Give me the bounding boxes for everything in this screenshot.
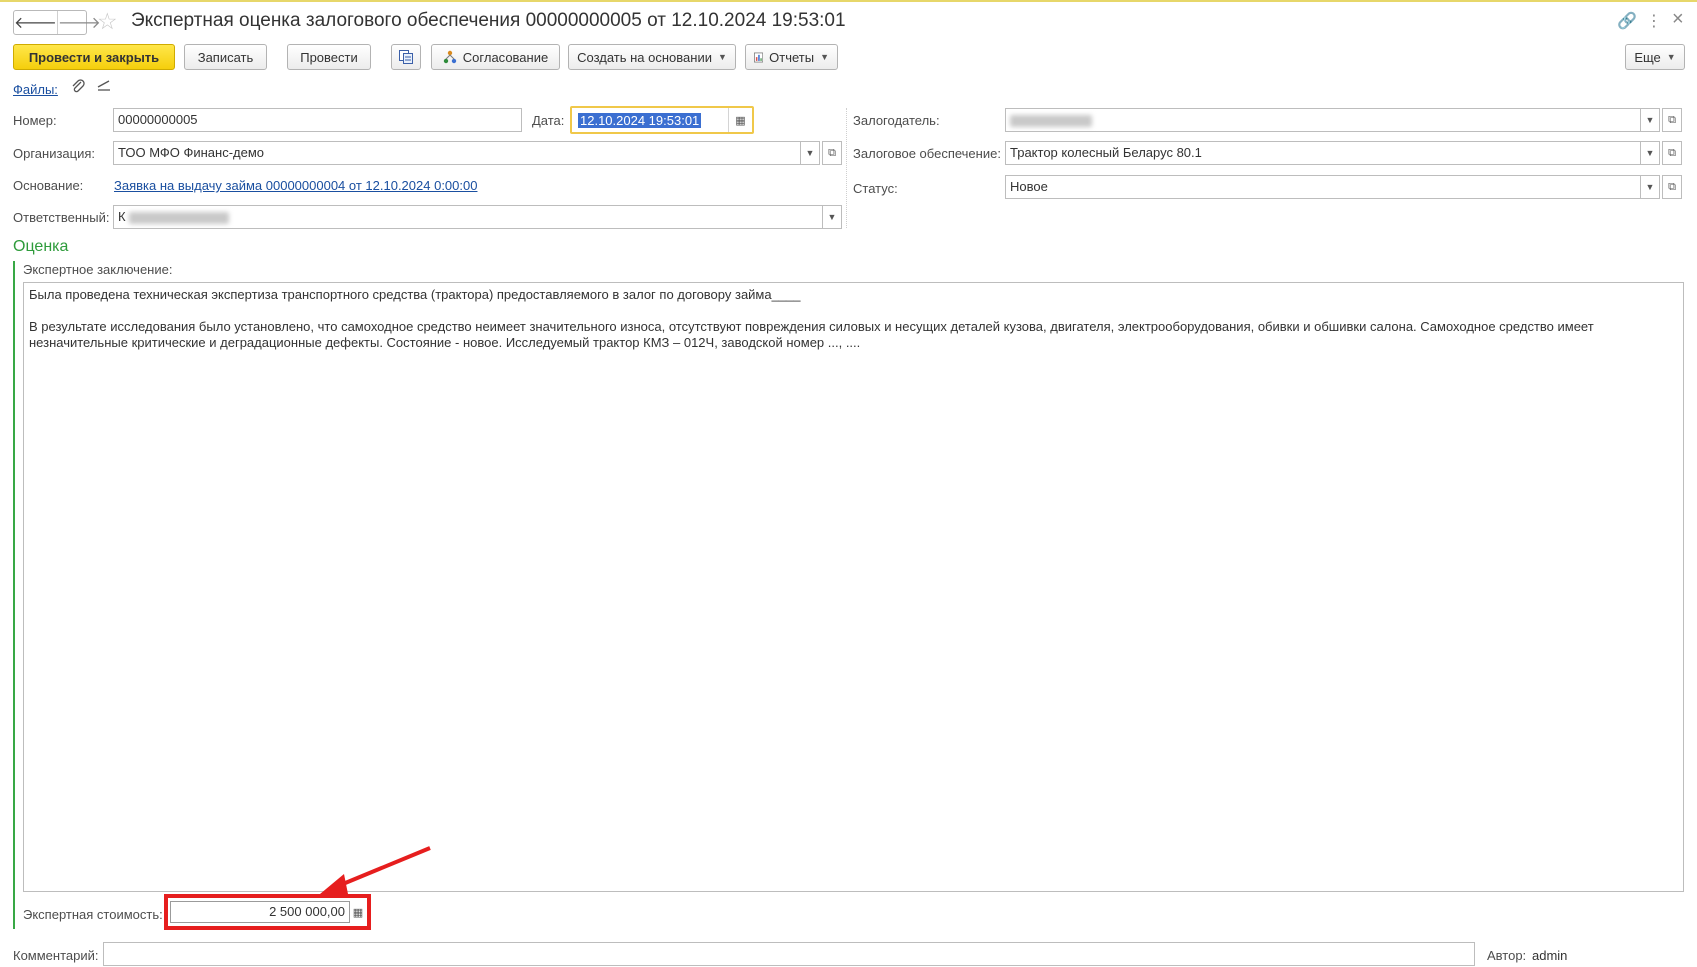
- basis-link[interactable]: Заявка на выдачу займа 00000000004 от 12…: [114, 178, 477, 193]
- create-based-on-label: Создать на основании: [577, 49, 712, 65]
- responsible-dropdown-button[interactable]: ▼: [822, 205, 842, 229]
- reports-label: Отчеты: [769, 49, 815, 65]
- conclusion-blank-line: [29, 303, 1678, 319]
- comment-label: Комментарий:: [13, 948, 99, 963]
- calendar-icon[interactable]: ▦: [728, 108, 752, 132]
- collateral-label: Залоговое обеспечение:: [853, 146, 1001, 161]
- expert-cost-label: Экспертная стоимость:: [23, 907, 163, 922]
- column-divider: [846, 108, 847, 228]
- collateral-open-button[interactable]: ⧉: [1662, 141, 1682, 165]
- redacted-text: [1010, 114, 1092, 127]
- paperclip-icon[interactable]: [70, 78, 86, 94]
- expert-cost-field[interactable]: 2 500 000,00: [170, 901, 350, 923]
- status-dropdown-button[interactable]: ▼: [1640, 175, 1660, 199]
- back-arrow-icon[interactable]: 🡐: [14, 11, 57, 34]
- chevron-down-icon: ▼: [1645, 182, 1655, 192]
- comment-field[interactable]: [103, 942, 1475, 966]
- save-label: Записать: [197, 49, 254, 65]
- link-icon[interactable]: 🔗: [1617, 11, 1637, 31]
- author-label: Автор:: [1487, 948, 1527, 963]
- number-field[interactable]: 00000000005: [113, 108, 522, 132]
- date-label: Дата:: [532, 113, 565, 128]
- collateral-dropdown-button[interactable]: ▼: [1640, 141, 1660, 165]
- files-link[interactable]: Файлы:: [13, 82, 58, 97]
- redacted-text: [129, 211, 230, 224]
- author-value: admin: [1532, 948, 1568, 963]
- favorite-star-icon[interactable]: ☆: [97, 8, 118, 35]
- open-window-icon: ⧉: [1668, 113, 1676, 126]
- open-window-icon: ⧉: [1668, 180, 1676, 193]
- forward-arrow-icon[interactable]: 🡒: [56, 11, 101, 34]
- post-and-close-button[interactable]: Провести и закрыть: [13, 44, 175, 70]
- edit-pen-icon[interactable]: [96, 78, 112, 94]
- evaluation-section-title: Оценка: [13, 238, 69, 255]
- chevron-down-icon: ▼: [1666, 52, 1676, 62]
- open-window-icon: ⧉: [828, 146, 836, 159]
- date-field[interactable]: 12.10.2024 19:53:01 ▦: [570, 106, 754, 134]
- pledger-dropdown-button[interactable]: ▼: [1640, 108, 1660, 132]
- conclusion-line: незначительные критические и деградацион…: [29, 335, 861, 350]
- page-title: Экспертная оценка залогового обеспечения…: [131, 10, 846, 31]
- responsible-value: К: [118, 209, 126, 224]
- chevron-down-icon: ▼: [1645, 148, 1655, 158]
- approval-button[interactable]: Согласование: [431, 44, 560, 70]
- basis-label: Основание:: [13, 178, 84, 193]
- close-icon[interactable]: ×: [1672, 8, 1684, 31]
- chevron-down-icon: ▼: [1645, 115, 1655, 125]
- calculator-icon[interactable]: ▦: [350, 901, 366, 923]
- conclusion-textarea[interactable]: Была проведена техническая экспертиза тр…: [23, 282, 1684, 892]
- chevron-down-icon: ▼: [717, 52, 727, 62]
- document-structure-icon: [399, 50, 413, 64]
- approval-label: Согласование: [462, 49, 549, 65]
- date-value: 12.10.2024 19:53:01: [578, 113, 702, 128]
- conclusion-label: Экспертное заключение:: [23, 262, 173, 277]
- number-label: Номер:: [13, 113, 57, 128]
- pledger-open-button[interactable]: ⧉: [1662, 108, 1682, 132]
- approval-icon: [443, 50, 456, 64]
- status-field[interactable]: Новое: [1005, 175, 1641, 199]
- collateral-field[interactable]: Трактор колесный Беларус 80.1: [1005, 141, 1641, 165]
- organization-open-button[interactable]: ⧉: [822, 141, 842, 165]
- conclusion-line: Была проведена техническая экспертиза тр…: [29, 287, 801, 302]
- status-open-button[interactable]: ⧉: [1662, 175, 1682, 199]
- create-based-on-button[interactable]: Создать на основании ▼: [568, 44, 736, 70]
- pledger-label: Залогодатель:: [853, 113, 940, 128]
- evaluation-section-bar: [13, 261, 15, 929]
- chevron-down-icon: ▼: [827, 212, 837, 222]
- more-label: Еще: [1634, 49, 1661, 65]
- post-and-close-label: Провести и закрыть: [28, 49, 160, 65]
- organization-label: Организация:: [13, 146, 96, 161]
- status-label: Статус:: [853, 181, 898, 196]
- more-button[interactable]: Еще ▼: [1625, 44, 1685, 70]
- reports-button[interactable]: Отчеты ▼: [745, 44, 838, 70]
- chevron-down-icon: ▼: [820, 52, 829, 62]
- chevron-down-icon: ▼: [805, 148, 815, 158]
- post-label: Провести: [300, 49, 358, 65]
- more-actions-icon[interactable]: ⋮: [1646, 11, 1662, 31]
- open-window-icon: ⧉: [1668, 146, 1676, 159]
- responsible-label: Ответственный:: [13, 210, 110, 225]
- responsible-field[interactable]: К: [113, 205, 823, 229]
- pledger-field[interactable]: [1005, 108, 1641, 132]
- organization-field[interactable]: ТОО МФО Финанс-демо: [113, 141, 801, 165]
- post-button[interactable]: Провести: [287, 44, 371, 70]
- nav-buttons: 🡐 🡒: [13, 10, 101, 35]
- window-top-accent: [0, 0, 1697, 2]
- conclusion-line: В результате исследования было установле…: [29, 319, 1594, 334]
- report-icon: [754, 52, 764, 62]
- organization-dropdown-button[interactable]: ▼: [800, 141, 820, 165]
- save-button[interactable]: Записать: [184, 44, 267, 70]
- document-structure-button[interactable]: [391, 44, 421, 70]
